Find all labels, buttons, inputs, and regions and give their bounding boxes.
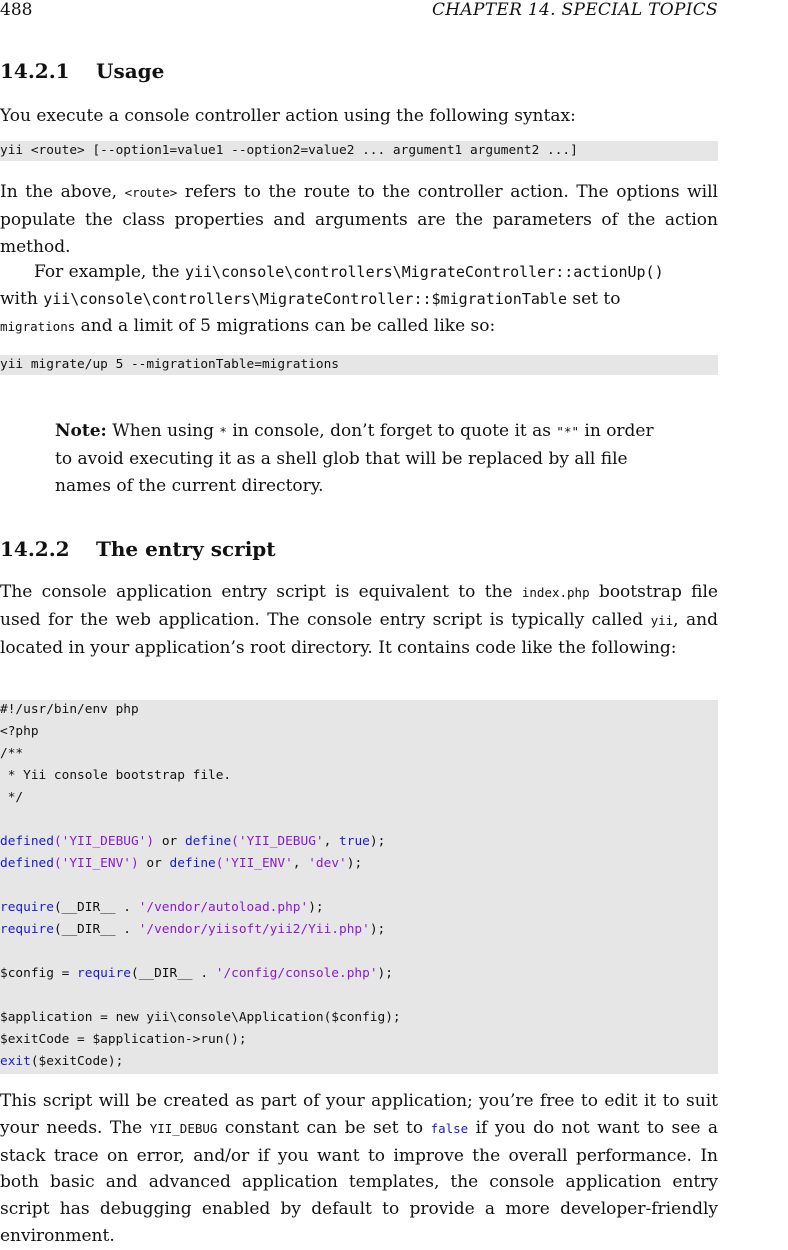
code-line: $exitCode = $application->run(); — [0, 1032, 247, 1047]
inline-code-index-php: index.php — [521, 585, 590, 600]
code-line: <?php — [0, 724, 39, 739]
code-line: */ — [0, 790, 24, 805]
section-heading-usage: 14.2.1 Usage — [0, 58, 164, 84]
code-line: require(__DIR__ . '/vendor/yiisoft/yii2/… — [0, 922, 386, 937]
code-line: defined('YII_ENV') or define('YII_ENV', … — [0, 856, 363, 871]
code-line: /** — [0, 746, 24, 761]
example-code-box: yii migrate/up 5 --migrationTable=migrat… — [0, 355, 718, 375]
code-line: require(__DIR__ . '/vendor/autoload.php'… — [0, 900, 324, 915]
example-code: yii migrate/up 5 --migrationTable=migrat… — [0, 357, 339, 372]
section-heading-entry-script: 14.2.2 The entry script — [0, 536, 276, 562]
inline-code-migrations: migrations — [0, 318, 76, 334]
inline-code-star: * — [219, 424, 227, 439]
inline-code-yii-debug: YII_DEBUG — [149, 1120, 218, 1136]
running-header: 488 CHAPTER 14. SPECIAL TOPICS — [0, 0, 718, 22]
section-number: 14.2.1 — [0, 59, 70, 83]
inline-code-yii: yii — [650, 612, 674, 628]
inline-code-false: false — [430, 1120, 469, 1136]
syntax-code-box: yii <route> [--option1=value1 --option2=… — [0, 141, 718, 161]
code-line: #!/usr/bin/env php — [0, 702, 139, 717]
code-line: $config = require(__DIR__ . '/config/con… — [0, 966, 393, 981]
section-number: 14.2.2 — [0, 537, 70, 561]
document-page: 488 CHAPTER 14. SPECIAL TOPICS 14.2.1 Usa… — [0, 0, 788, 1248]
section-title: The entry script — [96, 537, 276, 561]
entry-script-code-block: #!/usr/bin/env php <?php /** * Yii conso… — [0, 700, 718, 1074]
code-line: defined('YII_DEBUG') or define('YII_DEBU… — [0, 834, 386, 849]
usage-intro: You execute a console controller action … — [0, 106, 576, 126]
inline-code-action-up: yii\console\controllers\MigrateControlle… — [184, 263, 664, 281]
entry-paragraph-2: This script will be created as part of y… — [0, 1091, 718, 1246]
usage-paragraph-2: For example, the yii\console\controllers… — [0, 262, 664, 336]
inline-code-quoted-star: "*" — [556, 424, 579, 439]
inline-code-migration-table: yii\console\controllers\MigrateControlle… — [43, 289, 567, 308]
code-line: * Yii console bootstrap file. — [0, 768, 232, 783]
inline-code-route: <route> — [124, 185, 178, 200]
note-block: Note: When using * in console, don’t for… — [55, 421, 654, 496]
section-title: Usage — [96, 59, 165, 83]
chapter-title: CHAPTER 14. SPECIAL TOPICS — [431, 0, 718, 20]
code-line: exit($exitCode); — [0, 1054, 124, 1069]
usage-paragraph-1: In the above, <route> refers to the rout… — [0, 182, 718, 257]
page-number: 488 — [0, 0, 33, 20]
code-line: $application = new yii\console\Applicati… — [0, 1010, 401, 1025]
entry-paragraph-1: The console application entry script is … — [0, 582, 718, 658]
note-label: Note: — [55, 421, 107, 441]
syntax-code: yii <route> [--option1=value1 --option2=… — [0, 143, 578, 158]
